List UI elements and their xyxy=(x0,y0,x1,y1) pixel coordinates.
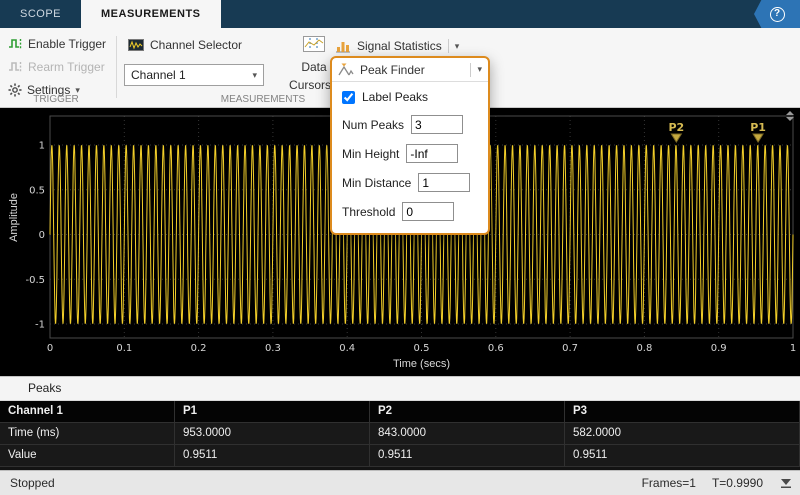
peak-finder-label: Peak Finder xyxy=(360,63,425,77)
svg-text:-0.5: -0.5 xyxy=(25,275,45,286)
tab-scope-label: SCOPE xyxy=(20,8,61,20)
channel-select-dropdown[interactable]: Channel 1 ▾ xyxy=(124,64,264,86)
chevron-down-icon[interactable]: ▾ xyxy=(455,41,460,52)
channel-selector-text: Channel Selector xyxy=(150,38,242,52)
peaks-table-header-cell: P1 xyxy=(175,401,370,423)
peaks-panel-title: Peaks xyxy=(28,381,61,395)
status-frames: Frames=1 xyxy=(642,476,696,490)
num-peaks-label: Num Peaks xyxy=(342,118,404,132)
trigger-group-label: TRIGGER xyxy=(0,94,112,105)
button-divider xyxy=(470,63,471,77)
signal-statistics-button[interactable]: Signal Statistics ▾ xyxy=(330,34,464,58)
svg-text:P1: P1 xyxy=(750,121,766,134)
peaks-table-cell: Time (ms) xyxy=(0,423,175,445)
svg-text:0.4: 0.4 xyxy=(339,343,355,354)
tab-bar: SCOPE MEASUREMENTS ? xyxy=(0,0,800,28)
svg-text:0.7: 0.7 xyxy=(562,343,578,354)
peak-finder-icon xyxy=(338,63,354,76)
peaks-table-header-cell: P2 xyxy=(370,401,565,423)
svg-text:1: 1 xyxy=(790,343,796,354)
num-peaks-input[interactable] xyxy=(411,115,463,134)
channel-selector-icon xyxy=(128,39,144,51)
help-button[interactable]: ? xyxy=(754,0,800,28)
peaks-table-cell: 0.9511 xyxy=(565,445,800,467)
peaks-table-cell: 0.9511 xyxy=(175,445,370,467)
scale-axes-icon[interactable] xyxy=(784,110,796,122)
peaks-table-cell: 843.0000 xyxy=(370,423,565,445)
status-bar: Stopped Frames=1 T=0.9990 xyxy=(0,470,800,495)
signal-statistics-icon xyxy=(335,39,351,53)
tab-scope[interactable]: SCOPE xyxy=(0,0,81,28)
min-height-label: Min Height xyxy=(342,147,399,161)
signal-statistics-label: Signal Statistics xyxy=(357,39,442,53)
peaks-table-cell: 582.0000 xyxy=(565,423,800,445)
min-height-input[interactable] xyxy=(406,144,458,163)
label-peaks-label: Label Peaks xyxy=(362,90,428,104)
y-axis-label: Amplitude xyxy=(8,193,20,242)
enable-trigger-icon xyxy=(8,37,23,51)
peaks-table: Channel 1 P1 P2 P3 Time (ms) 953.0000 84… xyxy=(0,401,800,470)
svg-text:0: 0 xyxy=(39,230,45,241)
peaks-table-header-cell: Channel 1 xyxy=(0,401,175,423)
x-axis-label: Time (secs) xyxy=(50,358,793,370)
peak-finder-button[interactable]: Peak Finder ▾ xyxy=(332,58,488,82)
ribbon-separator xyxy=(116,36,117,98)
threshold-input[interactable] xyxy=(402,202,454,221)
min-distance-input[interactable] xyxy=(418,173,470,192)
svg-text:0.8: 0.8 xyxy=(636,343,652,354)
label-peaks-checkbox[interactable] xyxy=(342,91,355,104)
svg-text:0.3: 0.3 xyxy=(265,343,281,354)
status-time: T=0.9990 xyxy=(712,476,763,490)
threshold-label: Threshold xyxy=(342,205,395,219)
tab-measurements[interactable]: MEASUREMENTS xyxy=(81,0,221,28)
chevron-down-icon: ▾ xyxy=(252,70,263,81)
channel-select-value: Channel 1 xyxy=(131,68,186,82)
button-divider xyxy=(448,39,449,53)
peaks-table-cell: 953.0000 xyxy=(175,423,370,445)
peaks-panel-header: Peaks xyxy=(0,376,800,401)
peaks-table-cell: 0.9511 xyxy=(370,445,565,467)
tab-measurements-label: MEASUREMENTS xyxy=(101,8,201,20)
rearm-trigger-button[interactable]: Rearm Trigger xyxy=(8,57,105,77)
status-state: Stopped xyxy=(0,476,55,490)
peaks-table-header-cell: P3 xyxy=(565,401,800,423)
svg-text:0.1: 0.1 xyxy=(116,343,132,354)
enable-trigger-label: Enable Trigger xyxy=(28,37,106,51)
svg-text:P2: P2 xyxy=(668,121,684,134)
help-icon: ? xyxy=(770,7,785,22)
svg-text:0.9: 0.9 xyxy=(711,343,727,354)
min-distance-label: Min Distance xyxy=(342,176,411,190)
enable-trigger-button[interactable]: Enable Trigger xyxy=(8,34,106,54)
data-cursors-icon xyxy=(303,36,325,52)
peak-finder-panel: Label Peaks Num Peaks Min Height Min Dis… xyxy=(332,82,488,233)
peak-finder-popup: Peak Finder ▾ Label Peaks Num Peaks Min … xyxy=(330,56,490,235)
trigger-indicator-icon xyxy=(779,477,793,489)
svg-text:0.6: 0.6 xyxy=(488,343,504,354)
peaks-table-cell: Value xyxy=(0,445,175,467)
rearm-trigger-label: Rearm Trigger xyxy=(28,60,105,74)
svg-text:0: 0 xyxy=(47,343,53,354)
svg-text:0.2: 0.2 xyxy=(191,343,207,354)
svg-text:-1: -1 xyxy=(35,320,45,331)
svg-text:0.5: 0.5 xyxy=(414,343,430,354)
svg-text:0.5: 0.5 xyxy=(29,185,45,196)
svg-text:1: 1 xyxy=(39,141,45,152)
channel-selector-label: Channel Selector xyxy=(128,38,242,52)
chevron-down-icon[interactable]: ▾ xyxy=(477,64,482,75)
rearm-trigger-icon xyxy=(8,60,23,74)
